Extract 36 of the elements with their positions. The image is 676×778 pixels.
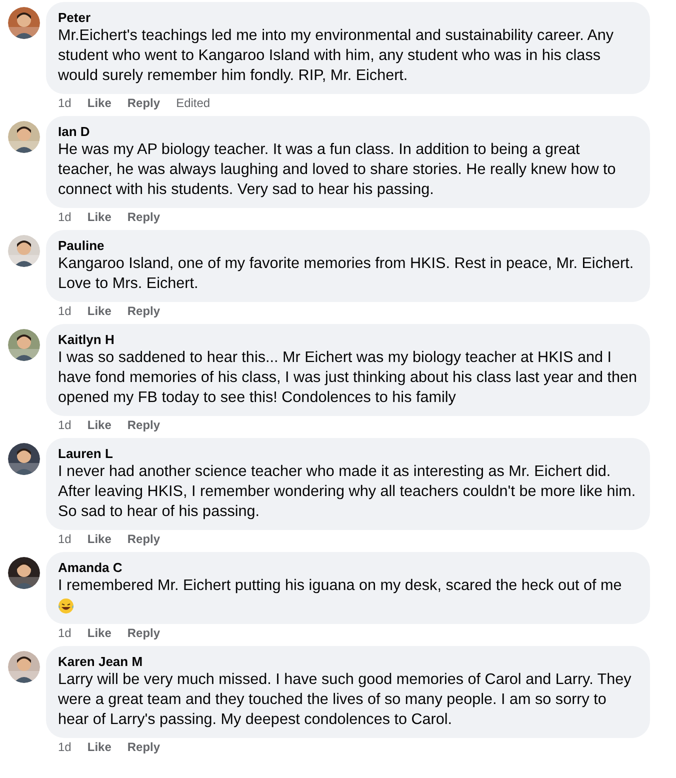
like-link[interactable]: Like — [87, 624, 112, 642]
comment-text: I was so saddened to hear this... Mr Eichert was my biology teacher at HKIS and I have fond memories of his class, I was just thinking about his class last year and then opened my FB today to see this! Condolences to his family — [58, 348, 638, 408]
author-name[interactable]: Peter — [58, 10, 91, 26]
timestamp[interactable]: 1d — [58, 624, 72, 642]
comment-text: Kangaroo Island, one of my favorite memories from HKIS. Rest in peace, Mr. Eichert. Love to Mrs. Eichert. — [58, 254, 635, 294]
timestamp[interactable]: 1d — [58, 208, 72, 226]
like-link[interactable]: Like — [87, 530, 112, 548]
author-name[interactable]: Amanda C — [58, 560, 122, 576]
reply-link[interactable]: Reply — [127, 624, 160, 642]
author-name[interactable]: Karen Jean M — [58, 654, 143, 670]
comment-text: I never had another science teacher who made it as interesting as Mr. Eichert did. After leaving HKIS, I remember wondering why all teachers couldn't be more like him. So sad to hear of his passing. — [58, 462, 637, 522]
like-link[interactable]: Like — [87, 302, 112, 320]
like-link[interactable]: Like — [87, 738, 112, 756]
reply-link[interactable]: Reply — [127, 208, 160, 226]
timestamp[interactable]: 1d — [58, 530, 72, 548]
comment-text: He was my AP biology teacher. It was a fun class. In addition to being a great teacher, he was always laughing and loved to share stories. He really knew how to connect with his students. Very sad to hear his passing. — [58, 140, 617, 200]
reply-link[interactable]: Reply — [127, 738, 160, 756]
author-name[interactable]: Pauline — [58, 238, 104, 254]
timestamp[interactable]: 1d — [58, 302, 72, 320]
reply-link[interactable]: Reply — [127, 94, 160, 112]
timestamp[interactable]: 1d — [58, 738, 72, 756]
comment-text: Mr.Eichert's teachings led me into my environmental and sustainability career. Any student who went to Kangaroo Island with him, any student who was in his class would surely remember him fondly. RIP, Mr. Eichert. — [58, 26, 615, 86]
author-name[interactable]: Lauren L — [58, 446, 113, 462]
reply-link[interactable]: Reply — [127, 416, 160, 434]
reply-link[interactable]: Reply — [127, 530, 160, 548]
timestamp[interactable]: 1d — [58, 94, 72, 112]
comment-text: I remembered Mr. Eichert putting his iguana on my desk, scared the heck out of me — [58, 576, 622, 596]
comment-text: Larry will be very much missed. I have such good memories of Carol and Larry. They were a great team and they touched the lives of so many people. I am so sorry to hear of Larry's passing. My deepest condolences to Carol. — [58, 670, 632, 730]
like-link[interactable]: Like — [87, 416, 112, 434]
reply-link[interactable]: Reply — [127, 302, 160, 320]
like-link[interactable]: Like — [87, 208, 112, 226]
timestamp[interactable]: 1d — [58, 416, 72, 434]
edited-label[interactable]: Edited — [176, 94, 210, 112]
like-link[interactable]: Like — [87, 94, 112, 112]
author-name[interactable]: Kaitlyn H — [58, 332, 114, 348]
author-name[interactable]: Ian D — [58, 124, 90, 140]
